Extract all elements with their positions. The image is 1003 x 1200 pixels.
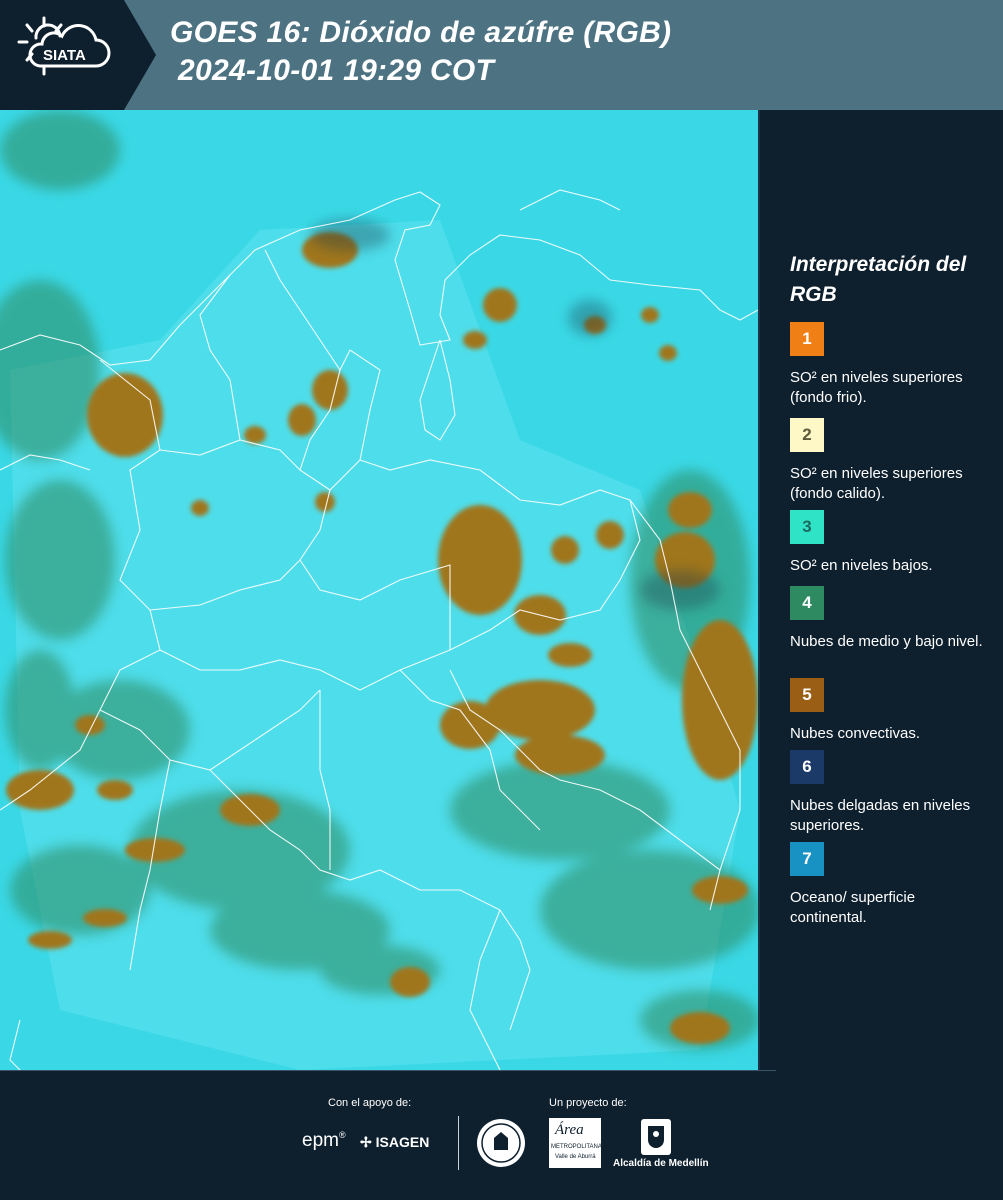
legend-label: Nubes delgadas en niveles superiores. [790, 797, 971, 834]
area-logo-sub2: Valle de Aburrá [555, 1154, 596, 1160]
legend-number: 5 [802, 685, 812, 704]
legend-swatch: 2 [790, 418, 824, 452]
support-label: Con el apoyo de: [328, 1097, 412, 1109]
sponsor-divider [458, 1116, 459, 1170]
siata-logo: SIATA [0, 0, 156, 110]
page-title: GOES 16: Dióxido de azúfre (RGB) [170, 16, 672, 49]
legend-item-2: 2 SO² en niveles superiores (fondo calid… [790, 418, 990, 504]
area-logo-sub: METROPOLITANA [551, 1144, 602, 1150]
epm-logo: epm® [302, 1130, 346, 1151]
legend-panel: Interpretación del RGB 1 SO² en niveles … [758, 110, 1003, 1070]
legend-item-4: 4 Nubes de medio y bajo nivel. [790, 586, 990, 652]
legend-swatch: 5 [790, 678, 824, 712]
legend-label: SO² en niveles superiores (fondo frio). [790, 369, 963, 406]
footer: Con el apoyo de: Un proyecto de: epm® ✢ … [0, 1070, 1003, 1200]
legend-swatch: 6 [790, 750, 824, 784]
legend-swatch: 7 [790, 842, 824, 876]
isagen-logo-text: ISAGEN [375, 1134, 430, 1150]
header-bar: SIATA GOES 16: Dióxido de azúfre (RGB) 2… [0, 0, 1003, 110]
project-label: Un proyecto de: [549, 1097, 627, 1109]
legend-label: SO² en niveles bajos. [790, 557, 933, 574]
legend-number: 6 [802, 757, 812, 776]
area-logo-title: Área [555, 1122, 584, 1138]
legend-swatch: 1 [790, 322, 824, 356]
legend-number: 1 [802, 329, 812, 348]
isagen-icon: ✢ [360, 1134, 372, 1150]
legend-label: SO² en niveles superiores (fondo calido)… [790, 465, 963, 502]
legend-swatch: 3 [790, 510, 824, 544]
legend-swatch: 4 [790, 586, 824, 620]
legend-item-1: 1 SO² en niveles superiores (fondo frio)… [790, 322, 990, 408]
legend-number: 2 [802, 425, 812, 444]
logo-text: SIATA [43, 47, 86, 64]
sun-cloud-icon: SIATA [17, 16, 111, 76]
legend-title: Interpretación del RGB [790, 253, 967, 306]
satellite-map [0, 110, 758, 1070]
legend-item-6: 6 Nubes delgadas en niveles superiores. [790, 750, 990, 836]
legend-item-5: 5 Nubes convectivas. [790, 678, 990, 744]
legend-number: 4 [802, 593, 812, 612]
medellin-shield-icon [641, 1119, 671, 1155]
footer-divider-line [0, 1070, 776, 1071]
legend-item-7: 7 Oceano/ superficie continental. [790, 842, 990, 928]
map-image [0, 110, 758, 1070]
legend-label: Nubes convectivas. [790, 725, 921, 742]
area-metropolitana-logo: Área METROPOLITANA Valle de Aburrá [549, 1118, 602, 1168]
epm-logo-text: epm [302, 1130, 339, 1151]
legend-label: Oceano/ superficie continental. [790, 889, 916, 926]
timestamp: 2024-10-01 19:29 COT [178, 54, 495, 87]
legend-label: Nubes de medio y bajo nivel. [790, 633, 983, 650]
legend-number: 7 [802, 849, 812, 868]
legend-item-3: 3 SO² en niveles bajos. [790, 510, 990, 576]
isagen-logo: ✢ ISAGEN [360, 1134, 429, 1151]
legend-number: 3 [802, 517, 812, 536]
university-seal-icon [477, 1119, 525, 1167]
alcaldia-label: Alcaldía de Medellín [613, 1158, 709, 1169]
